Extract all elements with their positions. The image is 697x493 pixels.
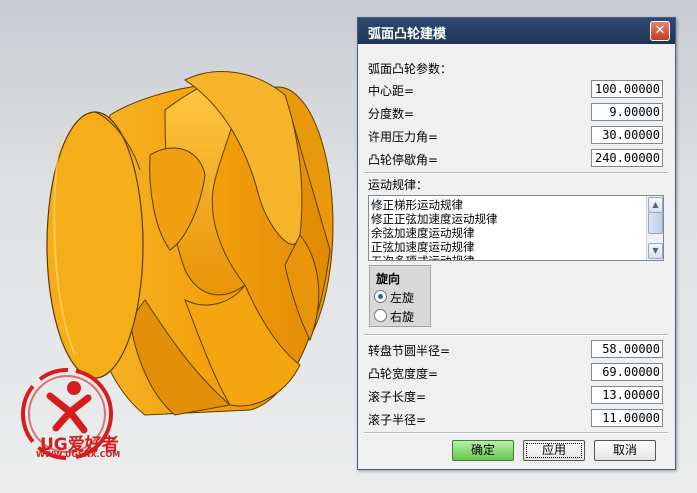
center-distance-field[interactable]: 100.00000 [591,80,663,98]
pitch-radius-field[interactable]: 58.00000 [591,340,663,358]
dialog-title: 弧面凸轮建模 [368,27,447,42]
ugsnx-logo: UG爱好者 WWW.UGSNX.COM [12,366,132,476]
rotation-group: 旋向 左旋 右旋 [369,265,431,327]
roller-length-field[interactable]: 13.00000 [591,386,663,404]
motion-heading: 运动规律： [368,178,429,192]
ok-button[interactable]: 确定 [452,440,514,461]
list-item[interactable]: 五次多项式运动规律 [371,253,475,260]
close-icon[interactable]: ✕ [650,21,670,41]
logo-url: WWW.UGSNX.COM [36,450,121,459]
index-count-field[interactable]: 9.00000 [591,103,663,121]
separator [364,334,668,336]
pressure-angle-label: 许用压力角= [368,130,439,144]
apply-button[interactable]: 应用 [523,440,585,461]
cam-width-label: 凸轮宽度度= [368,367,439,381]
index-count-label: 分度数= [368,107,415,121]
dwell-angle-label: 凸轮停歇角= [368,153,439,167]
dialog-titlebar[interactable]: 弧面凸轮建模 ✕ [358,18,675,44]
left-hand-radio[interactable] [374,290,387,303]
roller-length-label: 滚子长度= [368,390,427,404]
right-hand-radio[interactable] [374,309,387,322]
motion-law-list[interactable]: 修正梯形运动规律 修正正弦加速度运动规律 余弦加速度运动规律 正弦加速度运动规律… [368,195,664,261]
roller-radius-label: 滚子半径= [368,413,427,427]
center-distance-label: 中心距= [368,84,415,98]
left-hand-label[interactable]: 左旋 [390,289,414,306]
separator [364,432,668,434]
scroll-down-icon[interactable]: ▼ [648,243,663,259]
dwell-angle-field[interactable]: 240.00000 [591,149,663,167]
cam-modeling-dialog: 弧面凸轮建模 ✕ 弧面凸轮参数： 中心距= 100.00000 分度数= 9.0… [357,17,676,470]
cam-width-field[interactable]: 69.00000 [591,363,663,381]
roller-radius-field[interactable]: 11.00000 [591,409,663,427]
list-scrollbar[interactable]: ▲ ▼ [646,196,663,260]
right-hand-label[interactable]: 右旋 [390,308,414,325]
scroll-up-icon[interactable]: ▲ [648,197,663,213]
pressure-angle-field[interactable]: 30.00000 [591,126,663,144]
scroll-thumb[interactable] [648,212,663,234]
params-heading: 弧面凸轮参数： [368,62,453,76]
separator [364,172,668,174]
pitch-radius-label: 转盘节圆半径= [368,344,451,358]
rotation-title: 旋向 [376,272,401,286]
cancel-button[interactable]: 取消 [594,440,656,461]
